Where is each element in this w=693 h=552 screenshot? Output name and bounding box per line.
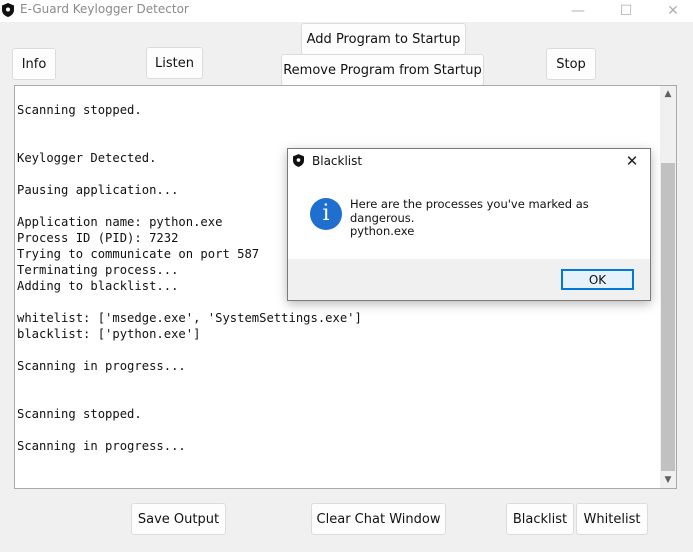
log-scrollbar[interactable]: ▲ ▼ xyxy=(660,86,676,488)
maximize-button[interactable]: ☐ xyxy=(603,0,649,22)
dialog-close-button[interactable]: ✕ xyxy=(620,151,644,171)
blacklist-button[interactable]: Blacklist xyxy=(506,503,574,535)
dialog-detail: python.exe xyxy=(350,224,415,238)
scroll-down-icon[interactable]: ▼ xyxy=(660,472,676,488)
save-output-button[interactable]: Save Output xyxy=(131,503,226,535)
dialog-title: Blacklist xyxy=(312,154,363,168)
clear-chat-button[interactable]: Clear Chat Window xyxy=(311,503,446,535)
minimize-button[interactable]: — xyxy=(555,0,601,22)
shield-icon xyxy=(2,3,14,17)
shield-icon xyxy=(293,154,304,167)
remove-startup-button[interactable]: Remove Program from Startup xyxy=(281,54,484,86)
scroll-up-icon[interactable]: ▲ xyxy=(660,86,676,102)
dialog-message: Here are the processes you've marked as … xyxy=(350,197,589,225)
scroll-thumb[interactable] xyxy=(661,163,675,471)
title-bar: E-Guard Keylogger Detector — ☐ ✕ xyxy=(0,0,693,22)
window-title: E-Guard Keylogger Detector xyxy=(20,2,189,16)
stop-button[interactable]: Stop xyxy=(546,48,596,80)
info-icon: i xyxy=(310,198,342,230)
whitelist-button[interactable]: Whitelist xyxy=(576,503,648,535)
blacklist-dialog: Blacklist ✕ i Here are the processes you… xyxy=(287,148,651,301)
ok-button[interactable]: OK xyxy=(561,269,634,290)
info-icon-glyph: i xyxy=(322,201,330,226)
dialog-footer: OK xyxy=(288,259,650,300)
dialog-title-bar: Blacklist ✕ xyxy=(288,149,650,173)
listen-button[interactable]: Listen xyxy=(146,47,203,79)
add-startup-button[interactable]: Add Program to Startup xyxy=(301,23,466,55)
close-window-button[interactable]: ✕ xyxy=(650,0,693,22)
info-button[interactable]: Info xyxy=(12,48,56,80)
